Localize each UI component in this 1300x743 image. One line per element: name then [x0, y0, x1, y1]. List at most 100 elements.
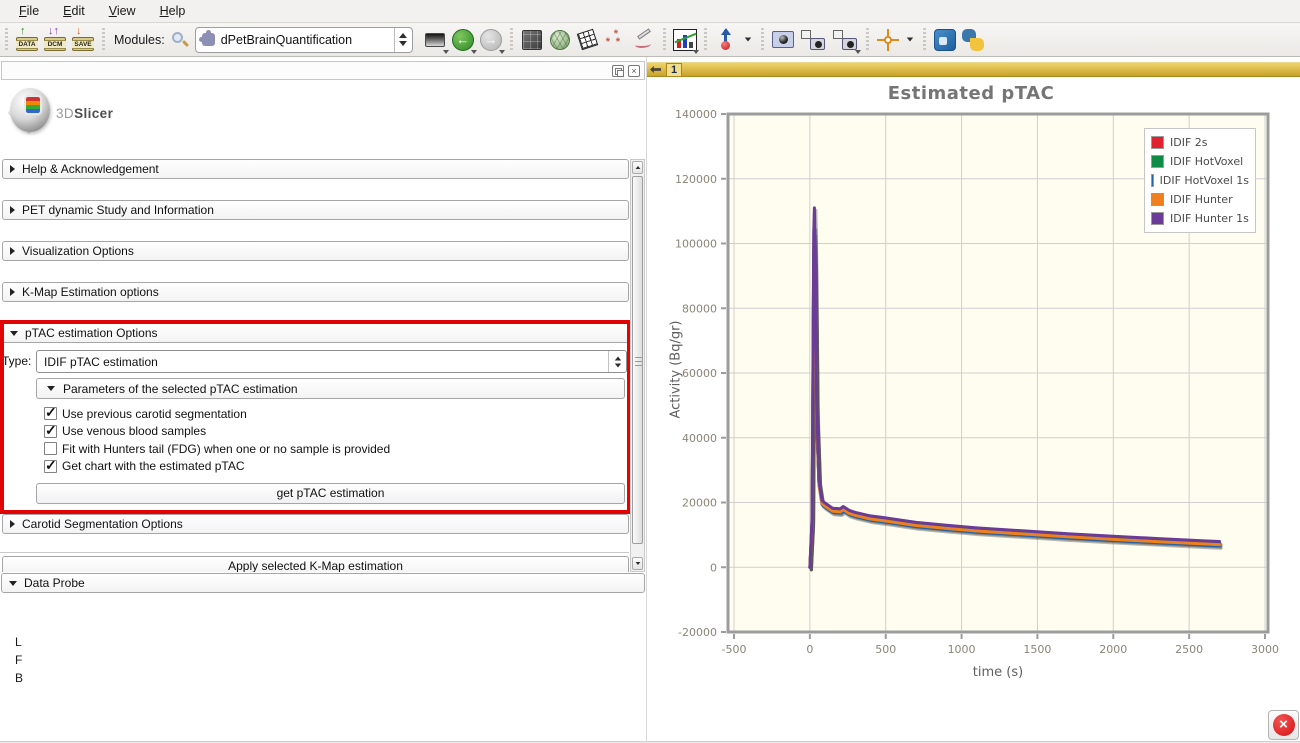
- checkbox-row[interactable]: Use previous carotid segmentation: [44, 405, 390, 423]
- ptac-type-combobox[interactable]: IDIF pTAC estimation: [36, 350, 627, 373]
- save-button[interactable]: ↓ SAVE: [69, 25, 97, 55]
- module-history-icon: [425, 33, 445, 47]
- crosshair-button[interactable]: [874, 25, 902, 55]
- svg-text:140000: 140000: [675, 108, 717, 121]
- checkbox-label: Use previous carotid segmentation: [62, 407, 247, 421]
- extensions-button[interactable]: [931, 25, 959, 55]
- chart-view-button[interactable]: [671, 25, 699, 55]
- logo-text: 3DSlicer: [56, 106, 113, 121]
- module-panel: × 3DSlicer Help & Acknowledgement PET dy…: [0, 57, 646, 743]
- forward-arrow-icon: →: [480, 29, 502, 51]
- probe-layer-f: F: [15, 653, 22, 667]
- checkbox[interactable]: [44, 442, 57, 455]
- section-pet-dynamic-study[interactable]: PET dynamic Study and Information: [2, 200, 629, 220]
- python-console-button[interactable]: [959, 25, 987, 55]
- divider: [0, 552, 629, 553]
- section-parameters-ptac[interactable]: Parameters of the selected pTAC estimati…: [36, 378, 625, 399]
- apply-kmap-estimation-button[interactable]: Apply selected K-Map estimation: [2, 556, 629, 572]
- layout-button[interactable]: [518, 25, 546, 55]
- module-selector-combobox[interactable]: dPetBrainQuantification: [195, 27, 413, 53]
- section-ptac-estimation-options[interactable]: pTAC estimation Options: [2, 323, 629, 343]
- get-ptac-estimation-button[interactable]: get pTAC estimation: [36, 483, 625, 504]
- toolbar-separator: [923, 28, 926, 52]
- dicom-icon: ↓↑ DCM: [43, 27, 67, 53]
- module-back-button[interactable]: ←: [449, 25, 477, 55]
- close-panel-icon[interactable]: ×: [628, 65, 640, 77]
- scroll-up-icon[interactable]: [632, 161, 643, 174]
- editor-button[interactable]: [630, 25, 658, 55]
- checkbox-row[interactable]: Get chart with the estimated pTAC: [44, 458, 390, 476]
- svg-text:1500: 1500: [1023, 643, 1051, 656]
- load-data-button[interactable]: ↑ DATA: [13, 25, 41, 55]
- load-dicom-button[interactable]: ↓↑ DCM: [41, 25, 69, 55]
- layout-cube-icon: [522, 30, 542, 50]
- probe-layer-b: B: [15, 671, 23, 685]
- y-axis-label: Activity (Bq/gr): [669, 305, 684, 435]
- float-panel-icon[interactable]: [612, 65, 624, 77]
- scrollbar-thumb[interactable]: [632, 176, 643, 544]
- crosshair-icon: [877, 29, 899, 51]
- x-axis-label: time (s): [868, 665, 1128, 680]
- probe-layer-l: L: [15, 635, 22, 649]
- svg-text:40000: 40000: [682, 432, 717, 445]
- checkbox[interactable]: [44, 460, 57, 473]
- close-x-icon: ×: [1273, 714, 1295, 736]
- place-fiducial-button[interactable]: [712, 25, 740, 55]
- models-button[interactable]: [546, 25, 574, 55]
- type-label: Type:: [2, 354, 31, 368]
- legend-swatch: [1151, 155, 1164, 168]
- screenshot-button[interactable]: [769, 25, 797, 55]
- toolbar: ↑ DATA ↓↑ DCM ↓ SAVE Modules: dPetBrainQ…: [0, 23, 1300, 57]
- transforms-button[interactable]: [574, 25, 602, 55]
- svg-text:100000: 100000: [675, 238, 717, 251]
- restore-scene-view-button[interactable]: [829, 25, 861, 55]
- place-fiducial-dropdown[interactable]: [740, 25, 756, 55]
- camera-icon: [772, 31, 794, 48]
- chart-view-pane: 1 Estimated pTAC -5000500100015002000250…: [646, 57, 1300, 743]
- panel-scrollbar[interactable]: [630, 159, 645, 572]
- legend-swatch: [1151, 174, 1154, 187]
- section-visualization-options[interactable]: Visualization Options: [2, 241, 629, 261]
- legend-label: IDIF Hunter 1s: [1170, 212, 1249, 225]
- scroll-down-icon[interactable]: [632, 557, 643, 570]
- scene-view-button[interactable]: [797, 25, 829, 55]
- ptac-type-row: Type: IDIF pTAC estimation: [2, 350, 629, 373]
- menu-edit[interactable]: Edit: [52, 2, 96, 20]
- section-kmap-estimation-options[interactable]: K-Map Estimation options: [2, 282, 629, 302]
- section-carotid-segmentation-options[interactable]: Carotid Segmentation Options: [2, 514, 629, 534]
- type-combo-spinner[interactable]: [608, 351, 626, 372]
- svg-text:2500: 2500: [1175, 643, 1203, 656]
- pencil-icon: [633, 30, 655, 50]
- module-scroll-area: Help & Acknowledgement PET dynamic Study…: [0, 159, 630, 572]
- svg-text:3000: 3000: [1251, 643, 1279, 656]
- chart-legend: IDIF 2sIDIF HotVoxelIDIF HotVoxel 1sIDIF…: [1144, 128, 1256, 233]
- svg-text:120000: 120000: [675, 173, 717, 186]
- menu-file[interactable]: File: [8, 2, 50, 20]
- legend-item: IDIF HotVoxel 1s: [1151, 171, 1249, 190]
- menu-help[interactable]: Help: [149, 2, 197, 20]
- checkbox[interactable]: [44, 407, 57, 420]
- grid-sheet-icon: [577, 29, 598, 50]
- dock-titlebar: ×: [1, 61, 645, 80]
- section-help-acknowledgement[interactable]: Help & Acknowledgement: [2, 159, 629, 179]
- crosshair-dropdown[interactable]: [902, 25, 918, 55]
- legend-swatch: [1151, 212, 1164, 225]
- module-search-icon[interactable]: [171, 31, 189, 49]
- module-selected-value: dPetBrainQuantification: [221, 33, 394, 47]
- svg-text:-20000: -20000: [678, 626, 717, 639]
- svg-text:2000: 2000: [1099, 643, 1127, 656]
- legend-label: IDIF Hunter: [1170, 193, 1233, 206]
- checkbox-row[interactable]: Fit with Hunters tail (FDG) when one or …: [44, 440, 390, 458]
- section-data-probe[interactable]: Data Probe: [1, 573, 645, 593]
- svg-text:80000: 80000: [682, 302, 717, 315]
- legend-swatch: [1151, 193, 1164, 206]
- module-forward-button[interactable]: →: [477, 25, 505, 55]
- svg-text:1000: 1000: [948, 643, 976, 656]
- module-combo-spinner[interactable]: [394, 28, 412, 52]
- error-close-button[interactable]: ×: [1268, 710, 1299, 740]
- menu-view[interactable]: View: [98, 2, 147, 20]
- module-history-button[interactable]: [421, 25, 449, 55]
- fiducials-button[interactable]: * * *: [602, 25, 630, 55]
- checkbox-row[interactable]: Use venous blood samples: [44, 423, 390, 441]
- checkbox[interactable]: [44, 425, 57, 438]
